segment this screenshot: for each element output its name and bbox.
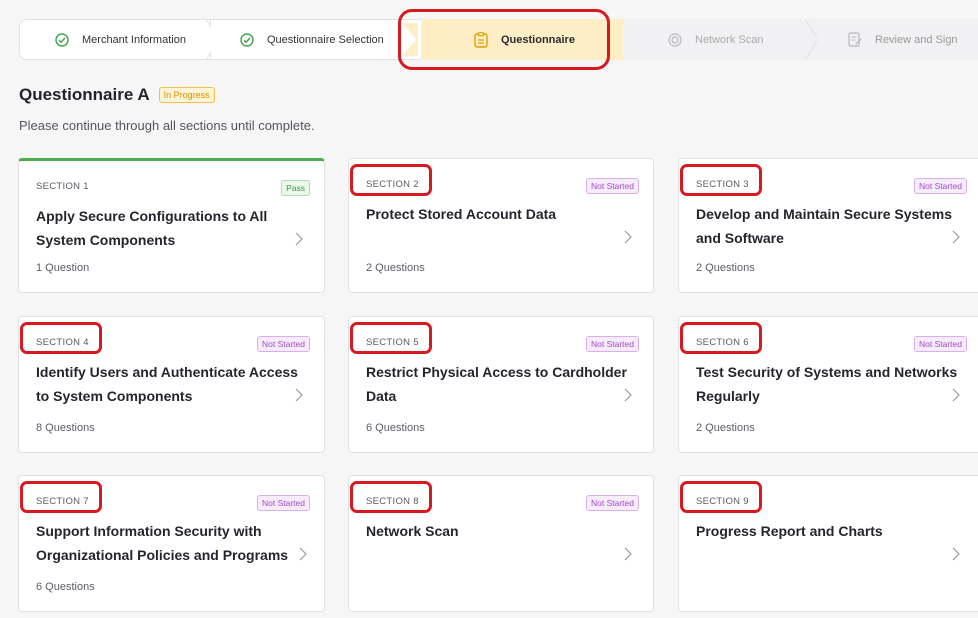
status-badge-not-started: Not Started [914,178,967,194]
question-count: 2 Questions [366,262,425,274]
section-title: Apply Secure Configurations to All Syste… [36,208,268,248]
section-card-4[interactable]: SECTION 4 Not Started Identify Users and… [18,316,325,453]
section-title: Restrict Physical Access to Cardholder D… [366,364,627,404]
check-circle-icon [239,32,255,48]
section-card-7[interactable]: SECTION 7 Not Started Support Informatio… [18,475,325,612]
section-title: Identify Users and Authenticate Access t… [36,364,298,404]
chevron-right-icon [952,547,960,561]
chevron-right-icon [295,388,303,402]
chevron-right-icon [624,547,632,561]
section-card-8[interactable]: SECTION 8 Not Started Network Scan [348,475,654,612]
section-title: Develop and Maintain Secure Systems and … [696,206,952,246]
step-network-scan[interactable]: Network Scan [623,19,817,60]
scan-icon [667,32,683,48]
chevron-right-icon [952,388,960,402]
section-label: SECTION 3 [696,179,749,190]
section-title: Protect Stored Account Data [366,206,557,222]
question-count: 8 Questions [36,422,95,434]
section-label: SECTION 4 [36,337,89,348]
check-circle-icon [54,32,70,48]
chevron-right-icon [624,388,632,402]
question-count: 6 Questions [366,422,425,434]
chevron-right-icon [295,232,303,246]
sign-document-icon [847,31,863,48]
section-title: Progress Report and Charts [696,523,883,539]
question-count: 6 Questions [36,581,95,593]
section-card-9[interactable]: SECTION 9 Progress Report and Charts [678,475,978,612]
section-card-1[interactable]: SECTION 1 Pass Apply Secure Configuratio… [18,158,325,293]
status-badge: In Progress [158,87,215,103]
chevron-right-icon [624,230,632,244]
question-count: 1 Question [36,262,90,274]
section-title: Support Information Security with Organi… [36,523,289,563]
status-badge-pass: Pass [281,180,310,196]
section-label: SECTION 2 [366,179,419,190]
section-label: SECTION 6 [696,337,749,348]
section-card-5[interactable]: SECTION 5 Not Started Restrict Physical … [348,316,654,453]
question-count: 2 Questions [696,422,755,434]
section-label: SECTION 7 [36,496,89,507]
question-count: 2 Questions [696,262,755,274]
section-card-2[interactable]: SECTION 2 Not Started Protect Stored Acc… [348,158,654,293]
status-badge-not-started: Not Started [914,336,967,352]
section-label: SECTION 8 [366,496,419,507]
status-badge-not-started: Not Started [257,336,310,352]
status-badge-not-started: Not Started [257,495,310,511]
section-card-3[interactable]: SECTION 3 Not Started Develop and Mainta… [678,158,978,293]
step-label: Network Scan [695,33,764,46]
title-row: Questionnaire A In Progress [19,85,215,105]
status-badge-not-started: Not Started [586,178,639,194]
page-title: Questionnaire A [19,85,150,104]
section-label: SECTION 9 [696,496,749,507]
section-label: SECTION 5 [366,337,419,348]
step-label: Questionnaire Selection [267,33,384,46]
chevron-right-icon [299,547,307,561]
section-card-6[interactable]: SECTION 6 Not Started Test Security of S… [678,316,978,453]
step-questionnaire-selection[interactable]: Questionnaire Selection [211,19,421,60]
section-title: Test Security of Systems and Networks Re… [696,364,958,404]
page-subtitle: Please continue through all sections unt… [19,118,315,133]
section-title: Network Scan [366,523,459,539]
step-review-and-sign[interactable]: Review and Sign [817,19,978,60]
status-badge-not-started: Not Started [586,495,639,511]
annotation-highlight [398,9,610,70]
status-badge-not-started: Not Started [586,336,639,352]
step-label: Merchant Information [82,33,186,46]
step-label: Review and Sign [875,33,958,46]
step-merchant-information[interactable]: Merchant Information [19,19,211,60]
chevron-right-icon [952,230,960,244]
section-label: SECTION 1 [36,181,89,192]
